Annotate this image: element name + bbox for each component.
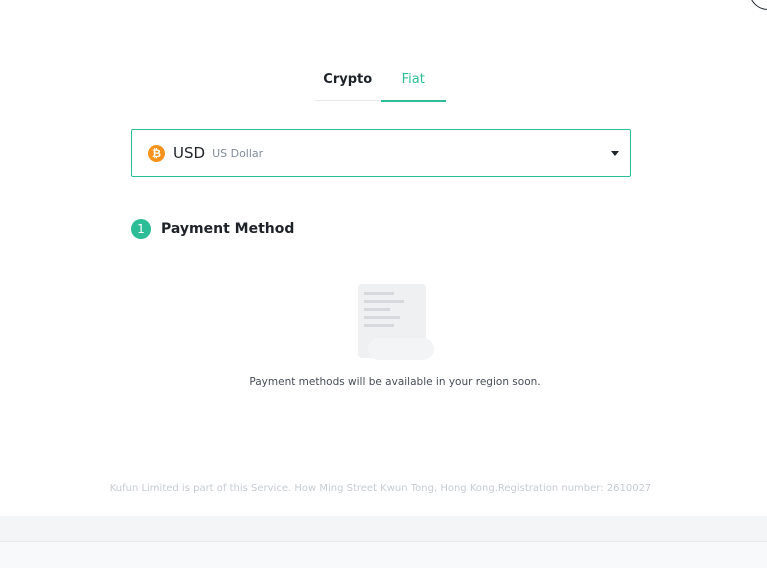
footer-bottom [0, 542, 767, 568]
footer-legal-note: Kufun Limited is part of this Service. H… [109, 483, 652, 494]
payment-method-title: Payment Method [161, 221, 295, 237]
empty-state-message: Payment methods will be available in you… [249, 376, 541, 388]
currency-select[interactable]: ₿ USD US Dollar [131, 129, 631, 177]
currency-type-tabs: Crypto Fiat [315, 64, 447, 102]
currency-code: USD [173, 144, 206, 162]
footer-band [0, 516, 767, 541]
currency-name: US Dollar [212, 146, 264, 160]
step-number-badge: 1 [131, 219, 151, 239]
chevron-down-icon [611, 151, 619, 156]
bitcoin-icon: ₿ [148, 144, 165, 162]
tab-fiat[interactable]: Fiat [380, 64, 447, 102]
tab-crypto[interactable]: Crypto [315, 64, 381, 100]
empty-document-icon [358, 284, 434, 360]
payment-method-step: 1 Payment Method [131, 219, 294, 239]
corner-button[interactable] [749, 0, 767, 10]
